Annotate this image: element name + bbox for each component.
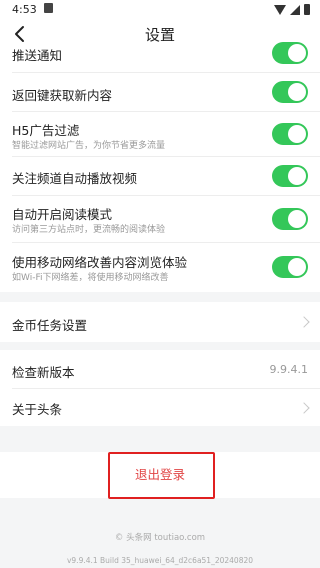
push-notifications-toggle[interactable] <box>272 42 308 64</box>
back-refresh-toggle[interactable] <box>272 81 308 103</box>
battery-icon <box>304 4 310 15</box>
logout-highlight-box <box>108 452 215 499</box>
check-update-row[interactable]: 检查新版本 9.9.4.1 <box>0 350 320 388</box>
chevron-right-icon <box>298 402 310 414</box>
setting-label: 使用移动网络改善内容浏览体验 <box>12 255 188 270</box>
notification-icon <box>44 3 53 13</box>
toggle-knob <box>288 258 306 276</box>
setting-row-push-notifications[interactable]: 推送通知 <box>0 42 320 72</box>
wifi-icon <box>274 4 286 15</box>
setting-row-h5-ad-filter[interactable]: H5广告过滤 智能过滤网站广告，为你节省更多流量 <box>0 112 320 156</box>
reading-mode-toggle[interactable] <box>272 208 308 230</box>
toggle-knob <box>288 167 306 185</box>
setting-description: 如Wi-Fi下网络差，将使用移动网络改善 <box>12 273 169 283</box>
footer-copyright: © 头条网 toutiao.com <box>114 533 206 543</box>
setting-row-mobile-network[interactable]: 使用移动网络改善内容浏览体验 如Wi-Fi下网络差，将使用移动网络改善 <box>0 243 320 292</box>
setting-label: 检查新版本 <box>12 365 75 380</box>
setting-description: 访问第三方站点时，更流畅的阅读体验 <box>12 225 166 235</box>
signal-icon <box>290 4 300 15</box>
nav-bar: 设置 <box>0 20 320 48</box>
status-icons <box>274 4 310 15</box>
about-toutiao-row[interactable]: 关于头条 <box>0 389 320 426</box>
toggle-knob <box>288 83 306 101</box>
status-bar: 4:53 <box>0 0 320 20</box>
setting-description: 智能过滤网站广告，为你节省更多流量 <box>12 141 166 151</box>
setting-label: 关于头条 <box>12 402 63 417</box>
coin-task-settings-row[interactable]: 金币任务设置 <box>0 302 320 342</box>
version-number: 9.9.4.1 <box>269 363 308 376</box>
setting-label: 金币任务设置 <box>12 318 88 333</box>
setting-label: 推送通知 <box>12 48 63 63</box>
setting-label: 关注频道自动播放视频 <box>12 171 138 186</box>
autoplay-video-toggle[interactable] <box>272 165 308 187</box>
mobile-network-toggle[interactable] <box>272 256 308 278</box>
setting-label: 返回键获取新内容 <box>12 88 113 103</box>
setting-label: H5广告过滤 <box>12 123 80 138</box>
footer-build-info: v9.9.4.1 Build 35_huawei_64_d2c6a51_2024… <box>66 556 254 565</box>
h5-ad-filter-toggle[interactable] <box>272 123 308 145</box>
toggle-settings-group: 推送通知 返回键获取新内容 H5广告过滤 智能过滤网站广告，为你节省更多流量 关… <box>0 42 320 292</box>
toggle-knob <box>288 210 306 228</box>
setting-row-reading-mode[interactable]: 自动开启阅读模式 访问第三方站点时，更流畅的阅读体验 <box>0 196 320 242</box>
setting-row-autoplay-video[interactable]: 关注频道自动播放视频 <box>0 157 320 195</box>
setting-label: 自动开启阅读模式 <box>12 207 113 222</box>
setting-row-back-refresh[interactable]: 返回键获取新内容 <box>0 73 320 111</box>
about-group: 检查新版本 9.9.4.1 关于头条 <box>0 350 320 426</box>
toggle-knob <box>288 44 306 62</box>
page-title: 设置 <box>144 26 175 44</box>
status-time: 4:53 <box>12 3 37 16</box>
chevron-right-icon <box>298 316 310 328</box>
toggle-knob <box>288 125 306 143</box>
